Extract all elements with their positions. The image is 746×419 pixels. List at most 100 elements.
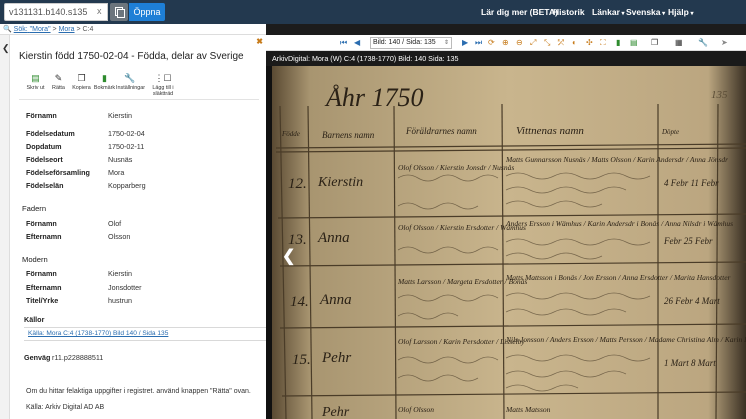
field-label: Födelselän	[26, 181, 64, 190]
zoom-out-icon[interactable]: ⊖	[516, 38, 523, 48]
source-row: Källa: Mora C:4 (1738-1770) Bild 140 / S…	[24, 327, 266, 341]
page-number: 135	[711, 89, 728, 101]
layout-icon[interactable]: ▦	[675, 38, 683, 48]
entry-child: Kierstin	[317, 175, 363, 190]
copy-icon: ❐	[77, 73, 86, 83]
page-select[interactable]: Bild: 140 / Sida: 135	[370, 37, 452, 49]
field-label: Dopdatum	[26, 142, 62, 151]
clear-search-icon[interactable]: x	[97, 6, 102, 16]
correct-button[interactable]: ✎ Rätta	[47, 73, 70, 97]
chevron-left-icon[interactable]: ❮	[282, 246, 295, 266]
field-label: Efternamn	[26, 283, 62, 292]
adjust-icon[interactable]: ✣	[586, 38, 593, 48]
column-header: Föräldrarnes namn	[405, 126, 477, 136]
entry-day: 12.	[288, 176, 307, 192]
tree-icon: ⋮☐	[154, 73, 172, 83]
entry-baptized: Febr 25 Febr	[663, 236, 713, 246]
close-icon[interactable]: ✖	[256, 37, 263, 46]
viewer-toolbar: ⏮ ◀ Bild: 140 / Sida: 135 ▶ ⏭ ⟳ ⊕ ⊖ ⤢ ⤡ …	[266, 35, 746, 51]
field-value: Olof	[108, 219, 122, 228]
entry-witnesses: Matts Matsson	[505, 405, 551, 414]
year-heading: Åhr 1750	[324, 83, 424, 112]
entry-child: Pehr	[321, 405, 350, 419]
correction-note: Om du hittar felaktiga uppgifter i regis…	[26, 388, 251, 395]
last-page-icon[interactable]: ⏭	[475, 38, 482, 48]
source-link[interactable]: Källa: Mora C:4 (1738-1770) Bild 140 / S…	[28, 330, 168, 337]
print-button[interactable]: ▤ Skriv ut	[24, 73, 47, 97]
field-label: Födelseort	[26, 155, 63, 164]
prev-page-icon[interactable]: ◀	[354, 38, 360, 48]
breadcrumb: 🔍 Sök: "Mora" > Mora > C:4	[0, 24, 266, 35]
search-input[interactable]	[4, 3, 108, 21]
field-value: Kierstin	[108, 111, 132, 120]
bookmark-button[interactable]: ▮ Bokmärk	[93, 73, 116, 97]
field-label: Födelsedatum	[26, 129, 75, 138]
pointer-icon[interactable]: ➤	[721, 38, 728, 48]
open-button[interactable]: Öppna	[129, 3, 165, 21]
field-value: Nusnäs	[108, 155, 133, 164]
chevron-left-icon: ❮	[2, 43, 10, 53]
top-navbar: x Öppna Lär dig mer (BETA) Historik Länk…	[0, 0, 746, 24]
entry-baptized: 4 Febr 11 Febr	[664, 178, 719, 188]
bookmark-page-icon[interactable]: ▮	[616, 38, 620, 48]
fullscreen-icon[interactable]: ⛶	[600, 38, 606, 48]
search-icon: 🔍	[3, 26, 12, 33]
fit-screen-icon[interactable]: ⤢	[530, 38, 536, 48]
breadcrumb-search[interactable]: Sök: "Mora"	[14, 26, 51, 33]
field-label: Efternamn	[26, 232, 62, 241]
breadcrumb-volume: C:4	[82, 26, 94, 33]
nav-help[interactable]: Hjälp	[668, 0, 693, 24]
record-panel: ✖ Kierstin född 1750-02-04 - Födda, dela…	[10, 35, 266, 419]
panel-collapse-toggle[interactable]: ❮	[0, 35, 10, 419]
field-value: Kierstin	[108, 269, 132, 278]
nav-links[interactable]: Länkar	[592, 0, 625, 24]
shortcut-label: Genväg	[24, 353, 51, 362]
nav-learn-more[interactable]: Lär dig mer (BETA)	[481, 0, 558, 24]
next-page-icon[interactable]: ▶	[462, 38, 468, 48]
field-value: 1750-02-04	[108, 129, 145, 138]
father-heading: Fadern	[22, 204, 47, 213]
entry-witnesses: Matts Gunnarsson Nusnäs / Matts Olsson /…	[505, 155, 728, 164]
printer-icon: ▤	[31, 73, 40, 83]
refresh-icon[interactable]: ⟳	[488, 38, 495, 48]
contrast-icon[interactable]: ◐	[572, 38, 577, 48]
entry-witnesses: Anders Ersson i Wämhus / Karin Andersdr …	[505, 219, 733, 228]
entry-child: Anna	[317, 230, 350, 246]
nav-history[interactable]: Historik	[553, 0, 585, 24]
entry-parents: Olof Olsson / Kierstin Jonsdr / Nusnäs	[398, 163, 514, 172]
field-value: Jonsdotter	[108, 283, 142, 292]
fit-width-icon[interactable]: ⤱	[558, 38, 564, 48]
add-to-tree-button[interactable]: ⋮☐ Lägg till i släktträd	[144, 73, 182, 97]
entry-child: Pehr	[321, 350, 351, 366]
settings-button[interactable]: 🔧 Inställningar	[116, 73, 145, 97]
field-value: hustrun	[108, 296, 132, 305]
field-value: Mora	[108, 168, 125, 177]
bookmark-icon: ▮	[102, 73, 107, 83]
wrench-icon[interactable]: 🔧	[698, 38, 708, 48]
nav-language[interactable]: Svenska	[626, 0, 665, 24]
column-header: Vittnenas namn	[516, 125, 584, 137]
column-header: Döpte	[661, 128, 679, 136]
field-value: 1750-02-11	[108, 142, 145, 151]
sources-heading: Källor	[24, 315, 45, 324]
document-image[interactable]: Åhr 1750 135 Födde Barnens namn Föräldra…	[266, 66, 746, 419]
copy-link-button[interactable]	[110, 3, 128, 21]
divider	[19, 99, 259, 100]
shortcut-value: r11.p228888511	[52, 353, 104, 362]
zoom-in-icon[interactable]: ⊕	[502, 38, 509, 48]
image-title: ArkivDigital: Mora (W) C:4 (1738-1770) B…	[266, 51, 746, 66]
first-page-icon[interactable]: ⏮	[340, 38, 347, 48]
pencil-icon: ✎	[54, 73, 63, 83]
print-page-icon[interactable]: ▤	[630, 38, 638, 48]
breadcrumb-place[interactable]: Mora	[59, 26, 75, 33]
copy-button[interactable]: ❐ Kopiera	[70, 73, 93, 97]
mother-heading: Modern	[22, 255, 48, 264]
field-value: Kopparberg	[108, 181, 146, 190]
entry-child: Anna	[319, 292, 352, 308]
rotate-icon[interactable]: ⤡	[544, 38, 550, 48]
entry-parents: Olof Olsson	[398, 405, 434, 414]
record-title: Kierstin född 1750-02-04 - Födda, delar …	[19, 51, 244, 62]
record-toolbar: ▤ Skriv ut ✎ Rätta ❐ Kopiera ▮ Bokmärk 🔧…	[24, 73, 182, 97]
field-label: Förnamn	[26, 219, 57, 228]
copy-page-icon[interactable]: ❐	[651, 38, 658, 48]
